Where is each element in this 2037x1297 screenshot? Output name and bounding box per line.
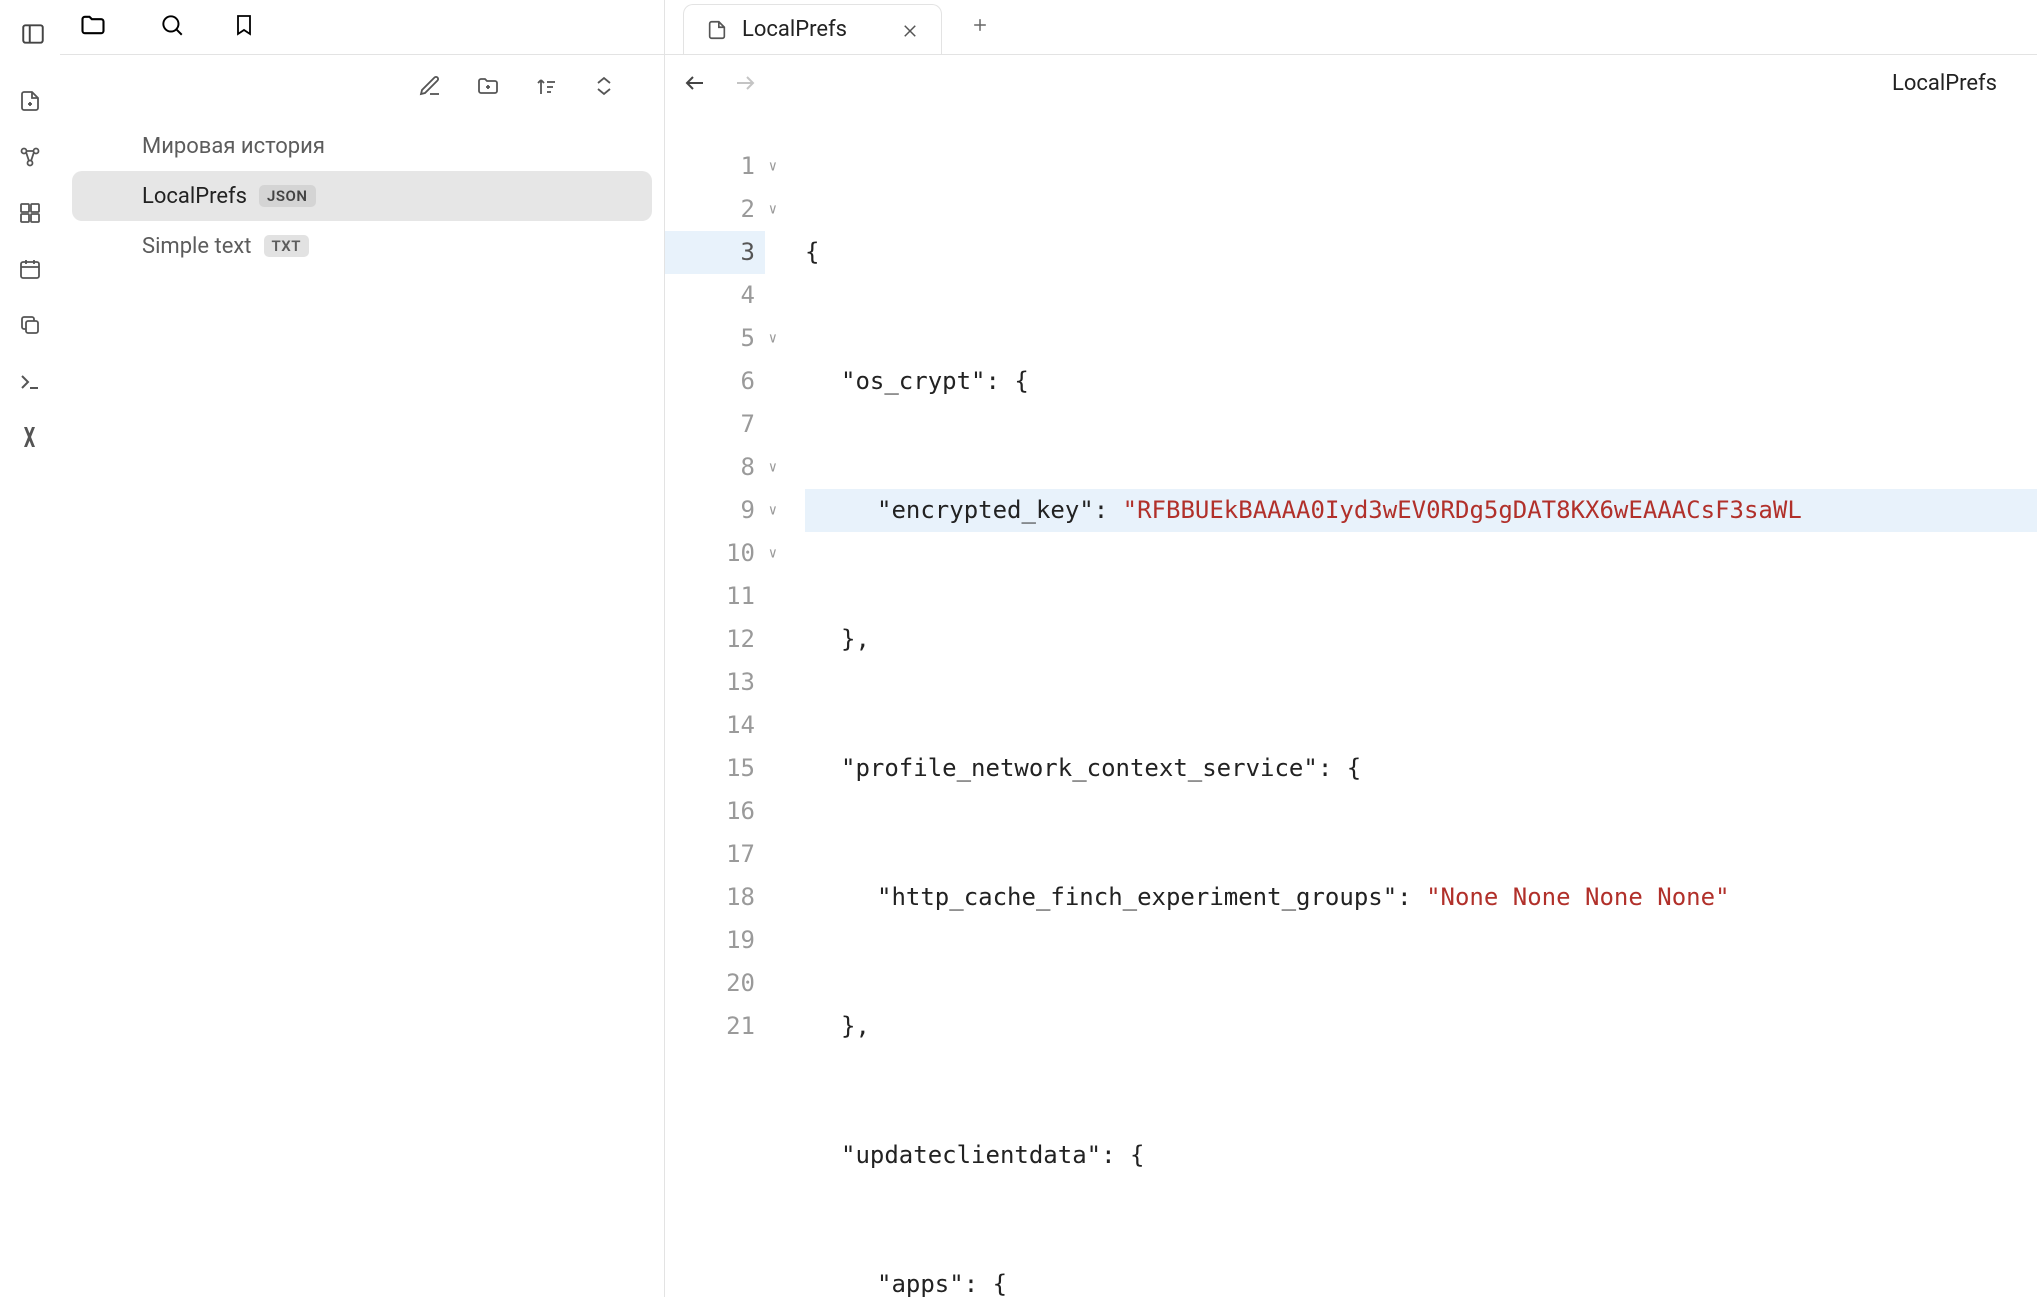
file-icon: [706, 19, 728, 41]
file-label: Simple text: [142, 234, 252, 259]
new-folder-button[interactable]: [474, 74, 502, 102]
sidebar: Мировая история LocalPrefs JSON Simple t…: [60, 0, 665, 1297]
nav-row: LocalPrefs: [665, 55, 2037, 111]
fold-icon[interactable]: ∨: [769, 317, 777, 360]
file-label: LocalPrefs: [142, 184, 247, 209]
gutter-line[interactable]: 1∨: [665, 145, 765, 188]
file-tree: Мировая история LocalPrefs JSON Simple t…: [60, 121, 664, 271]
gutter-line[interactable]: 15: [665, 747, 765, 790]
edit-icon: [418, 74, 442, 102]
gutter-line[interactable]: 18: [665, 876, 765, 919]
top-toolbar: [5, 8, 55, 58]
file-label: Мировая история: [142, 134, 325, 159]
copy-button[interactable]: [15, 310, 45, 340]
folder-icon: [79, 11, 107, 43]
terminal-button[interactable]: [15, 366, 45, 396]
sidebar-header: [60, 0, 664, 55]
gutter-line[interactable]: 4: [665, 274, 765, 317]
fold-icon[interactable]: ∨: [769, 532, 777, 575]
gutter-line[interactable]: 21: [665, 1005, 765, 1048]
search-icon: [159, 12, 185, 42]
panel-toggle-button[interactable]: [11, 14, 55, 58]
folder-plus-icon: [476, 74, 500, 102]
nav-forward-button[interactable]: [733, 71, 757, 95]
tab-bar: LocalPrefs: [665, 0, 2037, 55]
gutter-line[interactable]: 19: [665, 919, 765, 962]
code-editor[interactable]: 1∨ 2∨ 3 4 5∨ 6 7 8∨ 9∨ 10∨ 11 12 13 14 1…: [665, 111, 2037, 1297]
breadcrumb-title: LocalPrefs: [1892, 71, 1997, 96]
gutter-line[interactable]: 16: [665, 790, 765, 833]
arrow-left-icon: [683, 80, 707, 99]
tools-button[interactable]: [15, 422, 45, 452]
gutter-line[interactable]: 6: [665, 360, 765, 403]
dashboard-button[interactable]: [15, 198, 45, 228]
tree-item-localprefs[interactable]: LocalPrefs JSON: [72, 171, 652, 221]
code-content[interactable]: { "os_crypt": { "encrypted_key": "RFBBUE…: [765, 111, 2037, 1297]
fold-icon[interactable]: ∨: [769, 188, 777, 231]
panel-icon: [20, 21, 46, 51]
activity-icons: [15, 86, 45, 452]
note-add-button[interactable]: [15, 86, 45, 116]
calendar-button[interactable]: [15, 254, 45, 284]
search-view-button[interactable]: [150, 5, 194, 49]
tree-item-simpletext[interactable]: Simple text TXT: [72, 221, 652, 271]
arrow-right-icon: [733, 80, 757, 99]
collapse-button[interactable]: [590, 74, 618, 102]
tab-close-button[interactable]: [901, 21, 919, 39]
gutter-line[interactable]: 10∨: [665, 532, 765, 575]
gutter-line[interactable]: 20: [665, 962, 765, 1005]
new-note-button[interactable]: [416, 74, 444, 102]
gutter-line[interactable]: 5∨: [665, 317, 765, 360]
tree-item-history[interactable]: Мировая история: [72, 121, 652, 171]
gutter-line[interactable]: 7: [665, 403, 765, 446]
nav-back-button[interactable]: [683, 71, 707, 95]
tab-label: LocalPrefs: [742, 17, 847, 42]
gutter-line[interactable]: 3: [665, 231, 765, 274]
gutter-line[interactable]: 9∨: [665, 489, 765, 532]
gutter: 1∨ 2∨ 3 4 5∨ 6 7 8∨ 9∨ 10∨ 11 12 13 14 1…: [665, 111, 765, 1297]
chevrons-icon: [592, 74, 616, 102]
file-badge: TXT: [264, 235, 309, 257]
bookmark-icon: [232, 13, 256, 41]
gutter-line[interactable]: 2∨: [665, 188, 765, 231]
fold-icon[interactable]: ∨: [769, 489, 777, 532]
sort-button[interactable]: [532, 74, 560, 102]
plus-icon: [970, 15, 990, 39]
gutter-line[interactable]: 17: [665, 833, 765, 876]
fold-icon[interactable]: ∨: [769, 145, 777, 188]
gutter-line[interactable]: 11: [665, 575, 765, 618]
sort-icon: [534, 74, 558, 102]
gutter-line[interactable]: 13: [665, 661, 765, 704]
file-badge: JSON: [259, 185, 315, 207]
new-tab-button[interactable]: [960, 0, 1000, 54]
gutter-line[interactable]: 12: [665, 618, 765, 661]
gutter-line[interactable]: 8∨: [665, 446, 765, 489]
gutter-line[interactable]: 14: [665, 704, 765, 747]
activity-bar: [0, 0, 60, 1297]
files-view-button[interactable]: [64, 5, 122, 49]
fold-icon[interactable]: ∨: [769, 446, 777, 489]
bookmarks-view-button[interactable]: [222, 5, 266, 49]
tab-localprefs[interactable]: LocalPrefs: [683, 4, 942, 54]
graph-button[interactable]: [15, 142, 45, 172]
main-area: LocalPrefs LocalPrefs: [665, 0, 2037, 1297]
sidebar-toolbar: [60, 55, 664, 121]
